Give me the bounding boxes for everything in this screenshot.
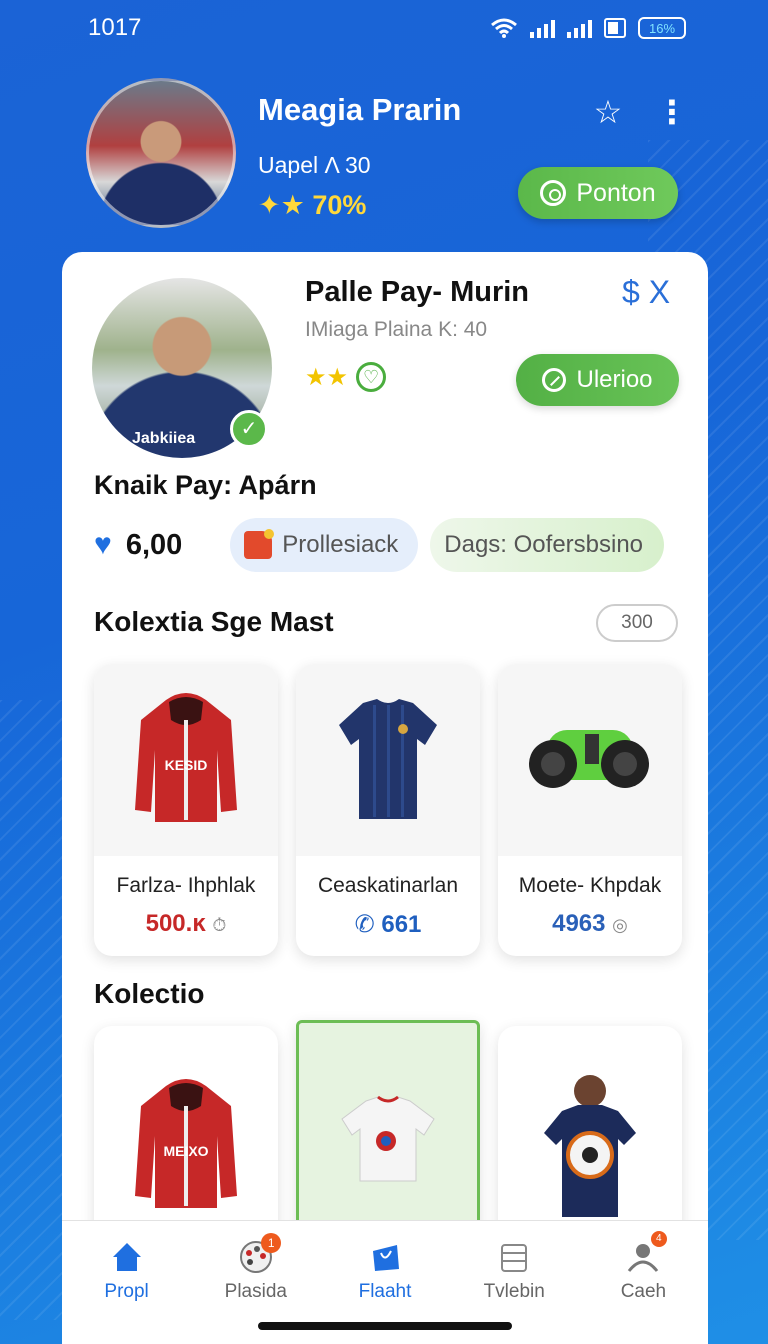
collection-list: KESID Farlza- Ihphlak 500.ĸ ⏱ Ceaskatina… <box>94 664 684 956</box>
player-section-title: Knaik Pay: Apárn <box>94 470 317 500</box>
more-options-icon[interactable]: ⋮ <box>656 94 688 130</box>
header-avatar[interactable] <box>86 78 236 228</box>
header-rating: ✦★ 70% <box>258 190 367 220</box>
leaf-icon <box>542 368 567 392</box>
heart-badge-icon: ♡ <box>356 362 387 392</box>
product-image: KESID <box>94 664 278 856</box>
nav-label: Tvlebin <box>483 1281 545 1302</box>
star-icons: ★★ <box>305 363 349 391</box>
battery-icon: 16% <box>638 17 686 39</box>
jersey-text: Jabkiiea <box>132 430 196 447</box>
ulerioo-button-label: Ulerioo <box>576 366 653 393</box>
home-icon <box>112 1243 141 1271</box>
nav-label: Caeh <box>620 1281 667 1302</box>
stats-row: ♥ 6,00 Prollesiack Dags: Oofersbsino <box>94 518 684 572</box>
jacket-icon: KESID <box>135 693 237 822</box>
likes-count: 6,00 <box>125 528 183 561</box>
binoculars-icon <box>529 730 649 788</box>
notification-badge: 1 <box>261 1233 282 1253</box>
product-card[interactable]: Moete- Khpdak 4963 ◎ <box>498 664 682 956</box>
status-time: 1017 <box>88 14 142 41</box>
background-stripes-left <box>0 700 70 1320</box>
product-price-value: 661 <box>381 911 422 938</box>
currency-close-button[interactable]: $ X <box>622 274 670 311</box>
target-icon <box>540 180 567 206</box>
product-card[interactable]: KESID Farlza- Ihphlak 500.ĸ ⏱ <box>94 664 278 956</box>
signal-icon-2 <box>567 18 592 38</box>
player-rating: ★★ ♡ <box>305 362 387 392</box>
nav-item-profile[interactable]: 4 Caeh <box>579 1221 708 1344</box>
favorite-star-icon[interactable]: ☆ <box>590 94 626 130</box>
chip-profile[interactable]: Prollesiack <box>230 518 419 572</box>
product-price-value: 500.ĸ <box>145 910 206 937</box>
profile-header: Meagia Prarin Uapel Λ 30 ✦★ 70% ☆ ⋮ Pont… <box>0 70 768 240</box>
product-name: Moete- Khpdak <box>518 874 662 897</box>
header-name: Meagia Prarin <box>258 92 462 127</box>
profile-card: Jabkiiea ✓ Palle Pay- Murin IMiaga Plain… <box>62 252 708 1344</box>
product-image <box>296 664 480 856</box>
verified-check-icon: ✓ <box>230 410 268 448</box>
box-icon <box>501 1244 528 1272</box>
collection-title: Kolextia Sge Mast <box>94 606 334 637</box>
collection-two-list: MEIXO <box>94 1020 684 1266</box>
jersey-player-icon <box>544 1075 636 1217</box>
jacket-print: MEIXO <box>163 1143 208 1159</box>
phone-icon: ✆ <box>354 911 375 938</box>
bag-icon <box>373 1245 399 1271</box>
product-price: 4963 ◎ <box>498 910 682 938</box>
chip-profile-label: Prollesiack <box>282 531 399 558</box>
collection-count[interactable]: 300 <box>596 604 678 642</box>
nav-label: Plasida <box>224 1281 287 1302</box>
product-image <box>498 664 682 856</box>
ponton-button[interactable]: Ponton <box>518 167 678 219</box>
player-subtitle: IMiaga Plaina K: 40 <box>305 318 488 341</box>
header-subtitle: Uapel Λ 30 <box>258 152 371 178</box>
heart-icon[interactable]: ♥ <box>94 528 112 562</box>
status-icons: 16% <box>490 17 686 39</box>
jacket-print: KESID <box>165 757 208 773</box>
player-name: Palle Pay- Murin <box>305 276 530 308</box>
ulerioo-button[interactable]: Ulerioo <box>516 354 679 406</box>
nav-label: Flaaht <box>358 1281 412 1302</box>
product-price: ✆ 661 <box>296 910 480 939</box>
product-name: Farlza- Ihphlak <box>116 874 256 897</box>
home-indicator[interactable] <box>258 1322 512 1330</box>
jacket-icon: MEIXO <box>135 1079 237 1208</box>
flag-icon <box>244 529 275 559</box>
signal-icon <box>530 18 555 38</box>
white-shirt-icon <box>341 1095 435 1182</box>
product-name: Ceaskatinarlan <box>317 874 459 897</box>
battery-saver-icon <box>604 18 626 38</box>
product-price-value: 4963 <box>552 910 606 937</box>
wifi-icon <box>491 18 517 38</box>
chip-tags[interactable]: Dags: Oofersbsino <box>430 518 665 572</box>
ponton-button-label: Ponton <box>576 178 656 207</box>
nav-item-home[interactable]: Propl <box>62 1221 191 1344</box>
status-bar: 1017 16% <box>0 0 768 56</box>
coin-icon: ◎ <box>612 915 628 935</box>
chip-tags-label: Dags: Oofersbsino <box>444 531 644 558</box>
shirt-icon <box>339 699 437 819</box>
timer-icon: ⏱ <box>212 915 227 935</box>
notification-badge: 4 <box>650 1231 667 1247</box>
product-price: 500.ĸ ⏱ <box>94 910 278 938</box>
product-card[interactable]: Ceaskatinarlan ✆ 661 <box>296 664 480 956</box>
collection-two-title: Kolectio <box>94 978 205 1009</box>
nav-label: Propl <box>104 1281 149 1302</box>
